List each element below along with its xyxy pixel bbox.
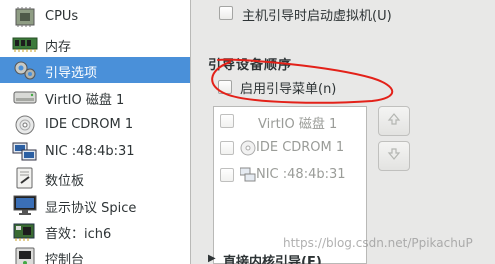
sidebar-item-display-spice[interactable]: 显示协议 Spice	[0, 192, 190, 218]
sidebar-item-label: 数位板	[45, 174, 85, 189]
direct-kernel-boot-label: 直接内核引导(E)	[223, 255, 322, 264]
sidebar-item-console[interactable]: 控制台	[0, 244, 190, 264]
display-icon	[12, 194, 38, 216]
sound-icon	[12, 220, 38, 242]
boot-device-row[interactable]: IDE CDROM 1	[214, 135, 366, 161]
arrow-up-icon	[386, 111, 402, 131]
boot-device-label: NIC :48:4b:31	[256, 167, 346, 182]
expander-arrow-icon: ▶	[208, 253, 216, 264]
sidebar-item-label: 控制台	[45, 253, 85, 264]
sidebar-item-nic[interactable]: NIC :48:4b:31	[0, 139, 190, 165]
boot-device-checkbox[interactable]	[220, 168, 234, 182]
sidebar-item-label: 音效：ich6	[45, 227, 112, 242]
move-up-button[interactable]	[378, 106, 410, 136]
enable-boot-menu-label[interactable]: 启用引导菜单(n)	[240, 78, 336, 97]
sidebar-item-virtio-disk[interactable]: VirtIO 磁盘 1	[0, 84, 190, 110]
sidebar-item-cpus[interactable]: CPUs	[0, 4, 190, 30]
enable-boot-menu-checkbox[interactable]	[218, 80, 232, 94]
cdrom-icon	[12, 114, 38, 136]
autostart-checkbox[interactable]	[219, 6, 233, 20]
sidebar-item-sound[interactable]: 音效：ich6	[0, 218, 190, 244]
hardware-list[interactable]: CPUs 内存 引导选项 VirtIO 磁盘 1 IDE CDROM 1 NIC…	[0, 0, 191, 264]
boot-device-row[interactable]: NIC :48:4b:31	[214, 162, 366, 188]
sidebar-item-label: NIC :48:4b:31	[45, 144, 135, 159]
network-icon	[12, 141, 38, 163]
tablet-icon	[12, 167, 38, 189]
sidebar-item-memory[interactable]: 内存	[0, 31, 190, 57]
sidebar-item-label: 显示协议 Spice	[45, 201, 137, 216]
move-down-button[interactable]	[378, 141, 410, 171]
autostart-label[interactable]: 主机引导时启动虚拟机(U)	[242, 5, 392, 24]
sidebar-item-label: 内存	[45, 40, 72, 55]
sidebar-item-label: 引导选项	[45, 66, 98, 81]
boot-device-checkbox[interactable]	[220, 141, 234, 155]
disk-icon	[12, 86, 38, 108]
sidebar-item-boot-options[interactable]: 引导选项	[0, 57, 190, 83]
network-icon	[239, 167, 256, 183]
memory-icon	[12, 33, 38, 55]
sidebar-item-ide-cdrom[interactable]: IDE CDROM 1	[0, 112, 190, 138]
boot-device-checkbox[interactable]	[220, 114, 234, 128]
cdrom-icon	[240, 140, 256, 156]
arrow-down-icon	[386, 146, 402, 166]
watermark: https://blog.csdn.net/PpikachuP	[283, 236, 473, 250]
sidebar-item-label: IDE CDROM 1	[45, 117, 134, 132]
boot-device-label: IDE CDROM 1	[256, 140, 345, 155]
boot-order-title: 引导设备顺序	[208, 58, 293, 73]
boot-options-icon	[12, 59, 38, 81]
boot-device-row[interactable]: VirtIO 磁盘 1	[214, 108, 366, 134]
sidebar-item-label: VirtIO 磁盘 1	[45, 93, 125, 108]
boot-device-label: VirtIO 磁盘 1	[258, 117, 338, 132]
sidebar-item-tablet[interactable]: 数位板	[0, 165, 190, 191]
console-icon	[12, 246, 38, 264]
sidebar-item-label: CPUs	[45, 9, 79, 24]
cpu-icon	[12, 6, 38, 28]
